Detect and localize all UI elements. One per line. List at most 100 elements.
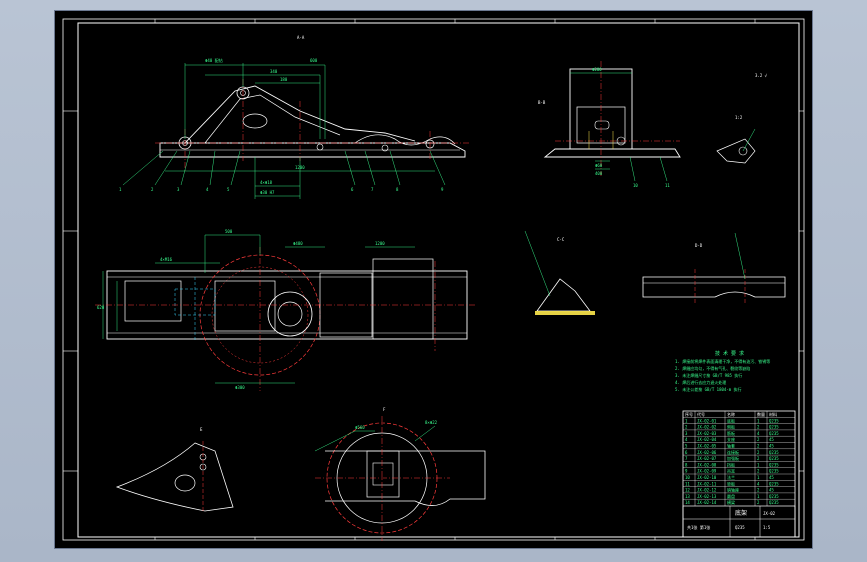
parts-table-cell: Q235 <box>769 431 779 436</box>
parts-table-header: 名称 <box>727 411 735 417</box>
svg-text:3. 未注焊缝尺寸按 GB/T 985 执行: 3. 未注焊缝尺寸按 GB/T 985 执行 <box>675 372 742 378</box>
parts-table-cell: 1 <box>757 462 760 467</box>
parts-table-cell: JX-02-12 <box>697 488 717 493</box>
svg-text:Φ480: Φ480 <box>293 241 303 246</box>
svg-text:Φ30 H7: Φ30 H7 <box>260 190 275 195</box>
parts-table-cell: 连接板 <box>727 449 739 455</box>
svg-text:1: 1 <box>119 187 122 192</box>
parts-table-cell: 13 <box>685 494 690 499</box>
parts-table-cell: 销轴座 <box>727 487 739 493</box>
parts-table-cell: 45 <box>769 437 774 442</box>
parts-table: 序号 代号 名称 数量 材料 1 JX-02-01 底板 1 Q235 2 JX-02-02 侧板 2 Q2… <box>682 410 796 538</box>
parts-table-header: 材料 <box>769 411 777 417</box>
svg-text:4. 焊后进行去应力退火处理: 4. 焊后进行去应力退火处理 <box>675 379 726 385</box>
title-block-material: Q235 <box>735 525 745 530</box>
parts-table-cell: 加强板 <box>727 455 739 461</box>
svg-text:7: 7 <box>371 187 374 192</box>
parts-table-cell: 2 <box>685 425 688 430</box>
parts-table-cell: 6 <box>685 450 688 455</box>
svg-text:2. 焊缝应均匀，不得有气孔、裂纹等缺陷: 2. 焊缝应均匀，不得有气孔、裂纹等缺陷 <box>675 365 750 371</box>
parts-table-cell: JX-02-05 <box>697 444 717 449</box>
parts-table-cell: 4 <box>757 431 760 436</box>
cad-drawing-viewport[interactable]: A-A Φ40 配钻 600 340 180 1200 4×Φ18 Φ30 H7… <box>55 11 812 548</box>
parts-table-cell: 1 <box>685 418 688 423</box>
parts-table-cell: 2 <box>757 437 760 442</box>
parts-table-cell: 挡板 <box>727 461 735 467</box>
parts-table-cell: 12 <box>685 488 690 493</box>
svg-text:5: 5 <box>227 187 230 192</box>
parts-table-cell: 2 <box>757 469 760 474</box>
detail-c-view: C-C <box>524 230 595 315</box>
parts-table-cell: 垫板 <box>727 480 735 486</box>
parts-table-cell: 45 <box>769 475 774 480</box>
svg-text:4: 4 <box>206 187 209 192</box>
svg-text:11: 11 <box>665 183 670 188</box>
parts-table-cell: JX-02-10 <box>697 475 717 480</box>
svg-text:9: 9 <box>441 187 444 192</box>
svg-text:4×M16: 4×M16 <box>160 257 173 262</box>
sheet-outer-border <box>62 18 805 541</box>
parts-table-cell: 侧板 <box>727 424 735 430</box>
title-block-drawing-no: JX-02 <box>763 511 776 516</box>
svg-text:1. 焊接前将焊件表面清理干净，不得有油污、铁锈等: 1. 焊接前将焊件表面清理干净，不得有油污、铁锈等 <box>675 358 770 364</box>
svg-text:Φ200: Φ200 <box>592 67 602 72</box>
small-detail-label: 1:2 <box>735 115 743 120</box>
parts-table-cell: 支座 <box>727 436 735 442</box>
parts-table-header: 数量 <box>757 411 765 417</box>
view-f-label: F <box>383 407 386 412</box>
parts-table-cell: 吊耳 <box>727 469 735 474</box>
svg-text:Φ560: Φ560 <box>355 425 365 430</box>
parts-table-cell: 2 <box>757 488 760 493</box>
parts-table-cell: 法兰 <box>727 474 735 480</box>
svg-text:4×Φ18: 4×Φ18 <box>260 180 273 185</box>
svg-text:Φ60: Φ60 <box>595 163 603 168</box>
cad-drawing-svg: A-A Φ40 配钻 600 340 180 1200 4×Φ18 Φ30 H7… <box>62 18 805 541</box>
parts-table-cell: JX-02-14 <box>697 500 717 505</box>
svg-text:8: 8 <box>396 187 399 192</box>
parts-table-cell: 45 <box>769 488 774 493</box>
parts-table-cell: 2 <box>757 444 760 449</box>
view-e: E <box>115 427 234 512</box>
parts-table-cell: JX-02-04 <box>697 437 717 442</box>
svg-text:600: 600 <box>310 58 318 63</box>
parts-table-cell: 2 <box>757 450 760 455</box>
svg-text:10: 10 <box>633 183 638 188</box>
parts-table-cell: 4 <box>685 437 688 442</box>
parts-table-cell: 1 <box>757 494 760 499</box>
parts-table-cell: 14 <box>685 500 690 505</box>
svg-text:8×Φ22: 8×Φ22 <box>425 420 438 425</box>
parts-table-cell: Q235 <box>769 456 779 461</box>
parts-table-cell: JX-02-06 <box>697 450 717 455</box>
parts-table-cell: 圆盘 <box>727 493 735 499</box>
svg-text:2: 2 <box>151 187 154 192</box>
parts-table-cell: 10 <box>685 475 690 480</box>
parts-table-cell: 底板 <box>727 417 735 423</box>
parts-table-cell: Q235 <box>769 494 779 499</box>
parts-table-cell: 横梁 <box>727 499 735 505</box>
side-view-label: B-B <box>538 100 546 105</box>
parts-table-cell: Q235 <box>769 425 779 430</box>
view-e-label: E <box>200 427 203 432</box>
zone-ticks <box>63 19 804 540</box>
parts-table-cell: 9 <box>685 469 688 474</box>
svg-text:Φ40 配钻: Φ40 配钻 <box>205 57 223 63</box>
small-detail-view: 1:2 <box>716 115 756 164</box>
tech-notes-title: 技 术 要 求 <box>715 350 744 357</box>
parts-table-header: 代号 <box>697 411 705 417</box>
parts-table-cell: Q235 <box>769 481 779 486</box>
parts-table-cell: Q235 <box>769 418 779 423</box>
title-block-scale: 1:5 <box>763 525 771 530</box>
parts-table-cell: 筋板 <box>727 430 735 436</box>
svg-text:400: 400 <box>595 171 603 176</box>
svg-text:340: 340 <box>270 69 278 74</box>
roughness-mark: 3.2 √ <box>755 73 768 78</box>
parts-table-cell: 7 <box>685 456 688 461</box>
front-view-label: A-A <box>297 35 305 40</box>
svg-text:500: 500 <box>225 229 233 234</box>
view-f: F Φ560 8×Φ22 <box>314 407 486 541</box>
svg-text:180: 180 <box>280 77 288 82</box>
parts-table-cell: 5 <box>685 444 688 449</box>
parts-table-cell: 11 <box>685 481 690 486</box>
parts-table-cell: Q235 <box>769 450 779 455</box>
parts-table-cell: JX-02-03 <box>697 431 717 436</box>
